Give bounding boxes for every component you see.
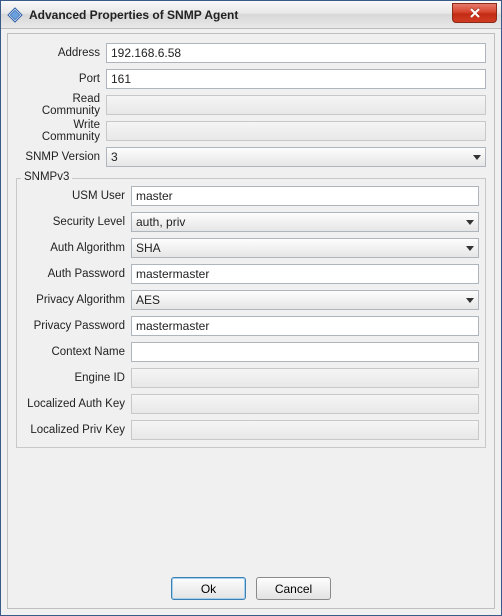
label-context-name: Context Name	[23, 346, 131, 358]
localized-auth-key-input[interactable]	[131, 394, 479, 414]
row-port: Port	[16, 68, 486, 90]
row-context-name: Context Name	[23, 341, 479, 363]
row-engine-id: Engine ID	[23, 367, 479, 389]
label-localized-priv-key: Localized Priv Key	[23, 424, 131, 436]
chevron-down-icon	[466, 296, 474, 304]
row-address: Address	[16, 42, 486, 64]
app-icon	[7, 7, 23, 23]
auth-algorithm-select[interactable]: SHA	[131, 238, 479, 258]
auth-algorithm-value: SHA	[136, 241, 458, 255]
read-community-input[interactable]	[106, 95, 486, 115]
dialog-button-row: Ok Cancel	[8, 577, 494, 600]
label-engine-id: Engine ID	[23, 372, 131, 384]
port-input[interactable]	[106, 69, 486, 89]
auth-password-input[interactable]	[131, 264, 479, 284]
label-localized-auth-key: Localized Auth Key	[23, 398, 131, 410]
context-name-input[interactable]	[131, 342, 479, 362]
row-security-level: Security Level auth, priv	[23, 211, 479, 233]
privacy-algorithm-value: AES	[136, 293, 458, 307]
label-write-community: Write Community	[16, 119, 106, 143]
close-icon	[470, 8, 480, 18]
label-auth-algorithm: Auth Algorithm	[23, 242, 131, 254]
write-community-input[interactable]	[106, 121, 486, 141]
chevron-down-icon	[473, 153, 481, 161]
security-level-select[interactable]: auth, priv	[131, 212, 479, 232]
ok-button[interactable]: Ok	[171, 577, 246, 600]
row-snmp-version: SNMP Version 3	[16, 146, 486, 168]
label-read-community: Read Community	[16, 93, 106, 117]
row-auth-algorithm: Auth Algorithm SHA	[23, 237, 479, 259]
dialog-window: Advanced Properties of SNMP Agent Addres…	[0, 0, 502, 616]
label-address: Address	[16, 47, 106, 59]
window-title: Advanced Properties of SNMP Agent	[29, 8, 452, 22]
row-read-community: Read Community	[16, 94, 486, 116]
label-snmp-version: SNMP Version	[16, 151, 106, 163]
label-auth-password: Auth Password	[23, 268, 131, 280]
row-privacy-password: Privacy Password	[23, 315, 479, 337]
group-title-snmpv3: SNMPv3	[21, 171, 72, 183]
dialog-content: Address Port Read Community Write Commun…	[7, 33, 495, 609]
titlebar: Advanced Properties of SNMP Agent	[1, 1, 501, 29]
usm-user-input[interactable]	[131, 186, 479, 206]
security-level-value: auth, priv	[136, 215, 458, 229]
engine-id-input[interactable]	[131, 368, 479, 388]
label-usm-user: USM User	[23, 190, 131, 202]
row-write-community: Write Community	[16, 120, 486, 142]
group-snmpv3: SNMPv3 USM User Security Level auth, pri…	[16, 178, 486, 448]
privacy-algorithm-select[interactable]: AES	[131, 290, 479, 310]
label-privacy-password: Privacy Password	[23, 320, 131, 332]
row-localized-auth-key: Localized Auth Key	[23, 393, 479, 415]
label-security-level: Security Level	[23, 216, 131, 228]
row-privacy-algorithm: Privacy Algorithm AES	[23, 289, 479, 311]
snmp-version-value: 3	[111, 150, 465, 164]
chevron-down-icon	[466, 244, 474, 252]
snmp-version-select[interactable]: 3	[106, 147, 486, 167]
row-usm-user: USM User	[23, 185, 479, 207]
chevron-down-icon	[466, 218, 474, 226]
localized-priv-key-input[interactable]	[131, 420, 479, 440]
label-privacy-algorithm: Privacy Algorithm	[23, 294, 131, 306]
form-area: Address Port Read Community Write Commun…	[16, 42, 486, 448]
close-button[interactable]	[452, 3, 497, 23]
address-input[interactable]	[106, 43, 486, 63]
label-port: Port	[16, 73, 106, 85]
privacy-password-input[interactable]	[131, 316, 479, 336]
row-auth-password: Auth Password	[23, 263, 479, 285]
row-localized-priv-key: Localized Priv Key	[23, 419, 479, 441]
cancel-button[interactable]: Cancel	[256, 577, 331, 600]
